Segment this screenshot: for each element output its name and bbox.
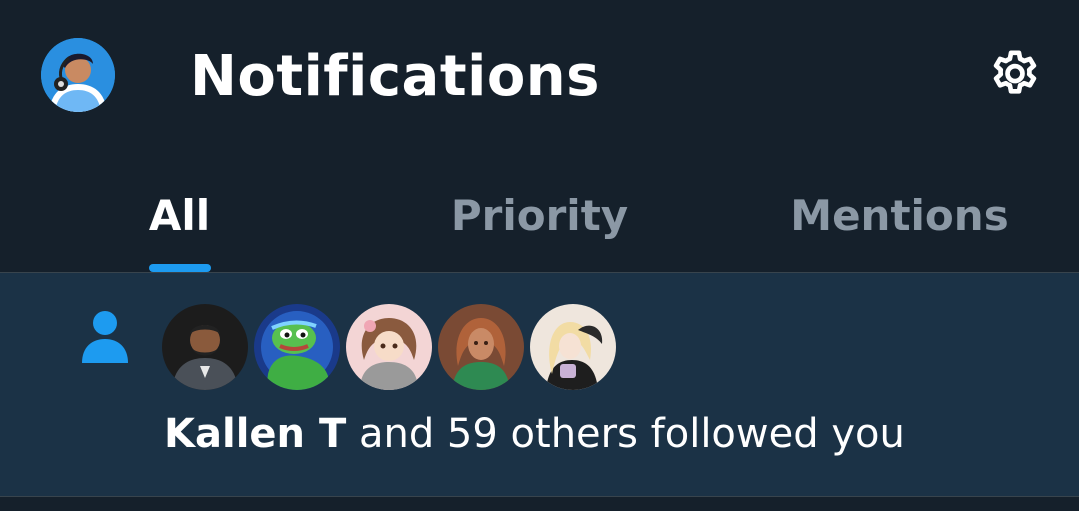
- page-title: Notifications: [190, 44, 600, 109]
- next-item-edge: [0, 497, 1079, 511]
- avatar-3: [346, 304, 432, 390]
- avatar-illustration: [41, 38, 115, 112]
- follower-avatar-4[interactable]: [438, 304, 524, 390]
- gear-icon: [993, 50, 1037, 94]
- follower-avatar-2[interactable]: [254, 304, 340, 390]
- notification-rest: and 59 others followed you: [346, 411, 905, 457]
- follower-name[interactable]: Kallen T: [164, 411, 346, 457]
- follower-avatar-3[interactable]: [346, 304, 432, 390]
- avatar-2: [254, 304, 340, 390]
- avatar-4: [438, 304, 524, 390]
- notification-tabs: All Priority Mentions: [0, 150, 1079, 273]
- settings-button[interactable]: [984, 44, 1046, 106]
- profile-avatar[interactable]: [41, 38, 115, 112]
- person-icon: [82, 311, 128, 363]
- notification-item[interactable]: Kallen T and 59 others followed you: [0, 273, 1079, 497]
- follower-avatar-1[interactable]: [162, 304, 248, 390]
- tab-priority-label: Priority: [450, 191, 629, 240]
- tab-mentions[interactable]: Mentions: [720, 150, 1079, 272]
- avatar-1: [162, 304, 248, 390]
- avatar-5: [530, 304, 616, 390]
- notification-text: Kallen T and 59 others followed you: [164, 407, 905, 461]
- tab-mentions-label: Mentions: [790, 191, 1009, 240]
- tab-all-label: All: [148, 191, 211, 240]
- tab-all[interactable]: All: [0, 150, 359, 272]
- follower-avatar-5[interactable]: [530, 304, 616, 390]
- top-bar: Notifications: [0, 0, 1079, 150]
- tab-priority[interactable]: Priority: [360, 150, 719, 272]
- active-tab-indicator: [149, 264, 211, 272]
